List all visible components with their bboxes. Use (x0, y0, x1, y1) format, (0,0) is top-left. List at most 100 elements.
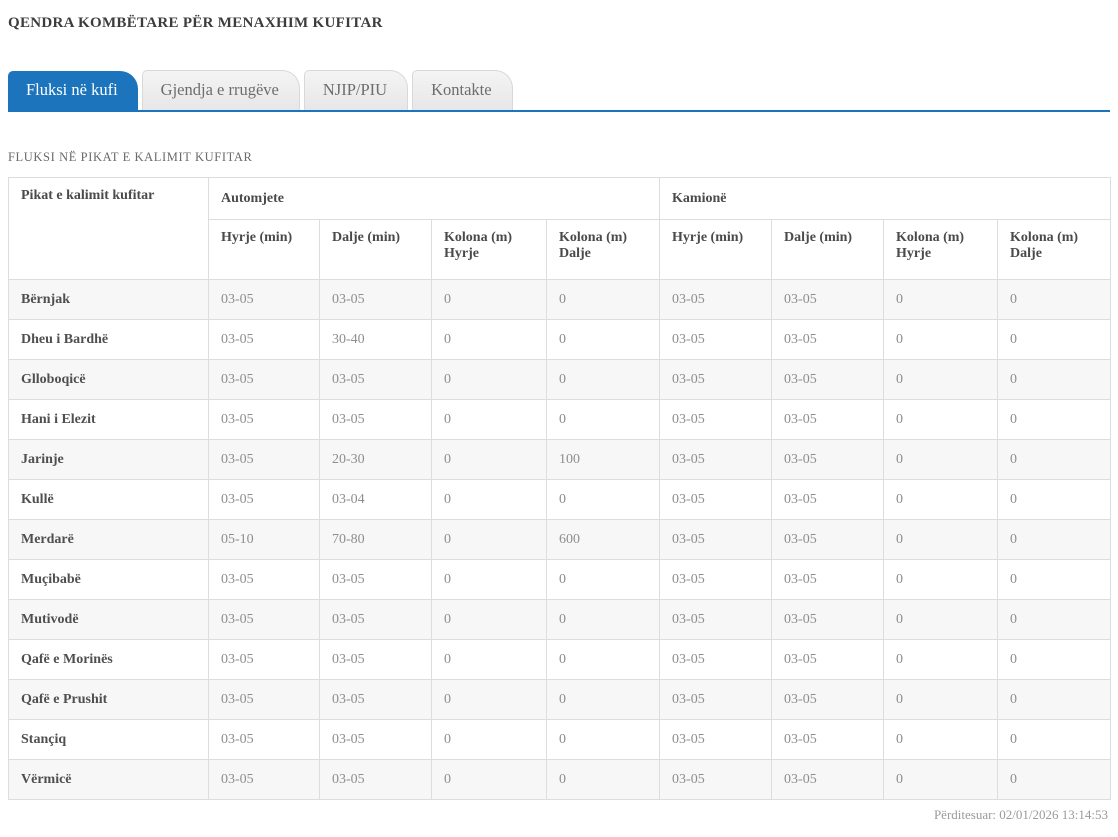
table-body: Bërnjak 03-05 03-05 0 0 03-05 03-05 0 0 Dheu i Ba… (8, 279, 1112, 800)
table-cell: 03-05 (319, 599, 432, 640)
table-cell: 03-05 (208, 719, 320, 760)
table-cell: 0 (997, 399, 1112, 440)
table-row: Muçibabë 03-05 03-05 0 0 03-05 03-05 0 0 (8, 559, 1112, 600)
table-cell: 0 (997, 439, 1112, 480)
table-row: Stançiq 03-05 03-05 0 0 03-05 03-05 0 0 (8, 719, 1112, 760)
table-cell: 0 (545, 719, 661, 760)
table-cell: 0 (431, 599, 547, 640)
table-cell: 03-05 (208, 359, 320, 400)
tab-gjendja-e-rrugeve[interactable]: Gjendja e rrugëve (141, 70, 300, 110)
group-header-automjete: Automjete (207, 177, 661, 220)
table-cell: 0 (883, 759, 999, 800)
table-cell: 0 (545, 319, 661, 360)
table-cell: 03-05 (659, 479, 773, 520)
table-cell: 0 (431, 439, 547, 480)
tab-njip-piu[interactable]: NJIP/PIU (303, 70, 409, 110)
table-cell: 03-05 (659, 519, 773, 560)
table-cell: 0 (883, 519, 999, 560)
table-cell: 03-05 (319, 759, 432, 800)
table-cell: 03-05 (771, 639, 885, 680)
table-cell: 03-05 (771, 679, 885, 720)
table-cell: 0 (431, 319, 547, 360)
border-point-name: Stançiq (8, 719, 209, 760)
table-cell: 03-05 (208, 439, 320, 480)
group-header-kamione: Kamionë (659, 177, 1112, 220)
table-cell: 0 (997, 639, 1112, 680)
table-cell: 03-05 (659, 439, 773, 480)
border-point-name: Merdarë (8, 519, 209, 560)
site-title: QENDRA KOMBËTARE PËR MENAXHIM KUFITAR (8, 15, 383, 31)
border-point-name: Dheu i Bardhë (8, 319, 209, 360)
table-row: Qafë e Prushit 03-05 03-05 0 0 03-05 03-05 0 0 (8, 679, 1112, 720)
border-point-name: Bërnjak (8, 279, 209, 320)
table-cell: 0 (883, 439, 999, 480)
border-point-name: Jarinje (8, 439, 209, 480)
table-cell: 03-05 (319, 719, 432, 760)
border-point-name: Glloboqicë (8, 359, 209, 400)
tab-bar: Fluksi në kufi Gjendja e rrugëve NJIP/PI… (8, 70, 1110, 112)
table-cell: 0 (883, 599, 999, 640)
table-cell: 03-05 (208, 759, 320, 800)
table-cell: 0 (545, 559, 661, 600)
table-cell: 0 (431, 719, 547, 760)
table-cell: 03-05 (319, 359, 432, 400)
column-header-auto-hyrje: Hyrje (min) (208, 219, 320, 280)
table-cell: 03-05 (208, 279, 320, 320)
table-cell: 600 (545, 519, 661, 560)
table-row: Merdarë 05-10 70-80 0 600 03-05 03-05 0 0 (8, 519, 1112, 560)
table-cell: 03-05 (771, 359, 885, 400)
table-cell: 0 (883, 719, 999, 760)
table-cell: 20-30 (319, 439, 432, 480)
table-cell: 0 (431, 359, 547, 400)
table-cell: 0 (883, 639, 999, 680)
table-cell: 0 (997, 319, 1112, 360)
table-cell: 0 (883, 679, 999, 720)
table-row: Glloboqicë 03-05 03-05 0 0 03-05 03-05 0 0 (8, 359, 1112, 400)
table-cell: 0 (883, 559, 999, 600)
table-cell: 03-05 (771, 439, 885, 480)
table-cell: 0 (545, 359, 661, 400)
table-row: Dheu i Bardhë 03-05 30-40 0 0 03-05 03-05 0 0 (8, 319, 1112, 360)
table-cell: 0 (431, 639, 547, 680)
table-cell: 03-05 (659, 559, 773, 600)
table-row: Jarinje 03-05 20-30 0 100 03-05 03-05 0 0 (8, 439, 1112, 480)
table-cell: 03-05 (319, 399, 432, 440)
table-cell: 03-05 (771, 559, 885, 600)
border-point-name: Qafë e Prushit (8, 679, 209, 720)
table-cell: 03-05 (659, 759, 773, 800)
border-point-name: Hani i Elezit (8, 399, 209, 440)
tab-kontakte[interactable]: Kontakte (412, 70, 513, 110)
table-cell: 0 (545, 479, 661, 520)
table-cell: 0 (545, 639, 661, 680)
table-cell: 05-10 (208, 519, 320, 560)
table-cell: 0 (431, 679, 547, 720)
table-cell: 03-05 (208, 479, 320, 520)
table-row: Mutivodë 03-05 03-05 0 0 03-05 03-05 0 0 (8, 599, 1112, 640)
table-cell: 03-05 (659, 359, 773, 400)
table-cell: 03-05 (771, 599, 885, 640)
table-row: Bërnjak 03-05 03-05 0 0 03-05 03-05 0 0 (8, 279, 1112, 320)
table-cell: 03-05 (771, 399, 885, 440)
table-cell: 03-05 (771, 759, 885, 800)
table-cell: 0 (545, 759, 661, 800)
table-cell: 70-80 (319, 519, 432, 560)
table-cell: 0 (883, 399, 999, 440)
table-cell: 0 (883, 319, 999, 360)
column-header-kamion-kolona-dalje: Kolona (m) Dalje (997, 219, 1112, 280)
table-cell: 0 (431, 559, 547, 600)
page: QENDRA KOMBËTARE PËR MENAXHIM KUFITAR Fl… (0, 0, 1118, 837)
table-cell: 03-05 (659, 319, 773, 360)
table-cell: 03-04 (319, 479, 432, 520)
table-cell: 0 (545, 599, 661, 640)
table-cell: 03-05 (659, 639, 773, 680)
border-point-name: Kullë (8, 479, 209, 520)
last-updated-text: Përditesuar: 02/01/2026 13:14:53 (933, 807, 1108, 822)
table-cell: 03-05 (208, 559, 320, 600)
border-point-name: Muçibabë (8, 559, 209, 600)
table-cell: 03-05 (208, 679, 320, 720)
table-cell: 03-05 (771, 719, 885, 760)
table-cell: 03-05 (771, 279, 885, 320)
table-row: Vërmicë 03-05 03-05 0 0 03-05 03-05 0 0 (8, 759, 1112, 800)
tab-fluksi-ne-kufi[interactable]: Fluksi në kufi (8, 71, 138, 110)
table-cell: 03-05 (319, 639, 432, 680)
